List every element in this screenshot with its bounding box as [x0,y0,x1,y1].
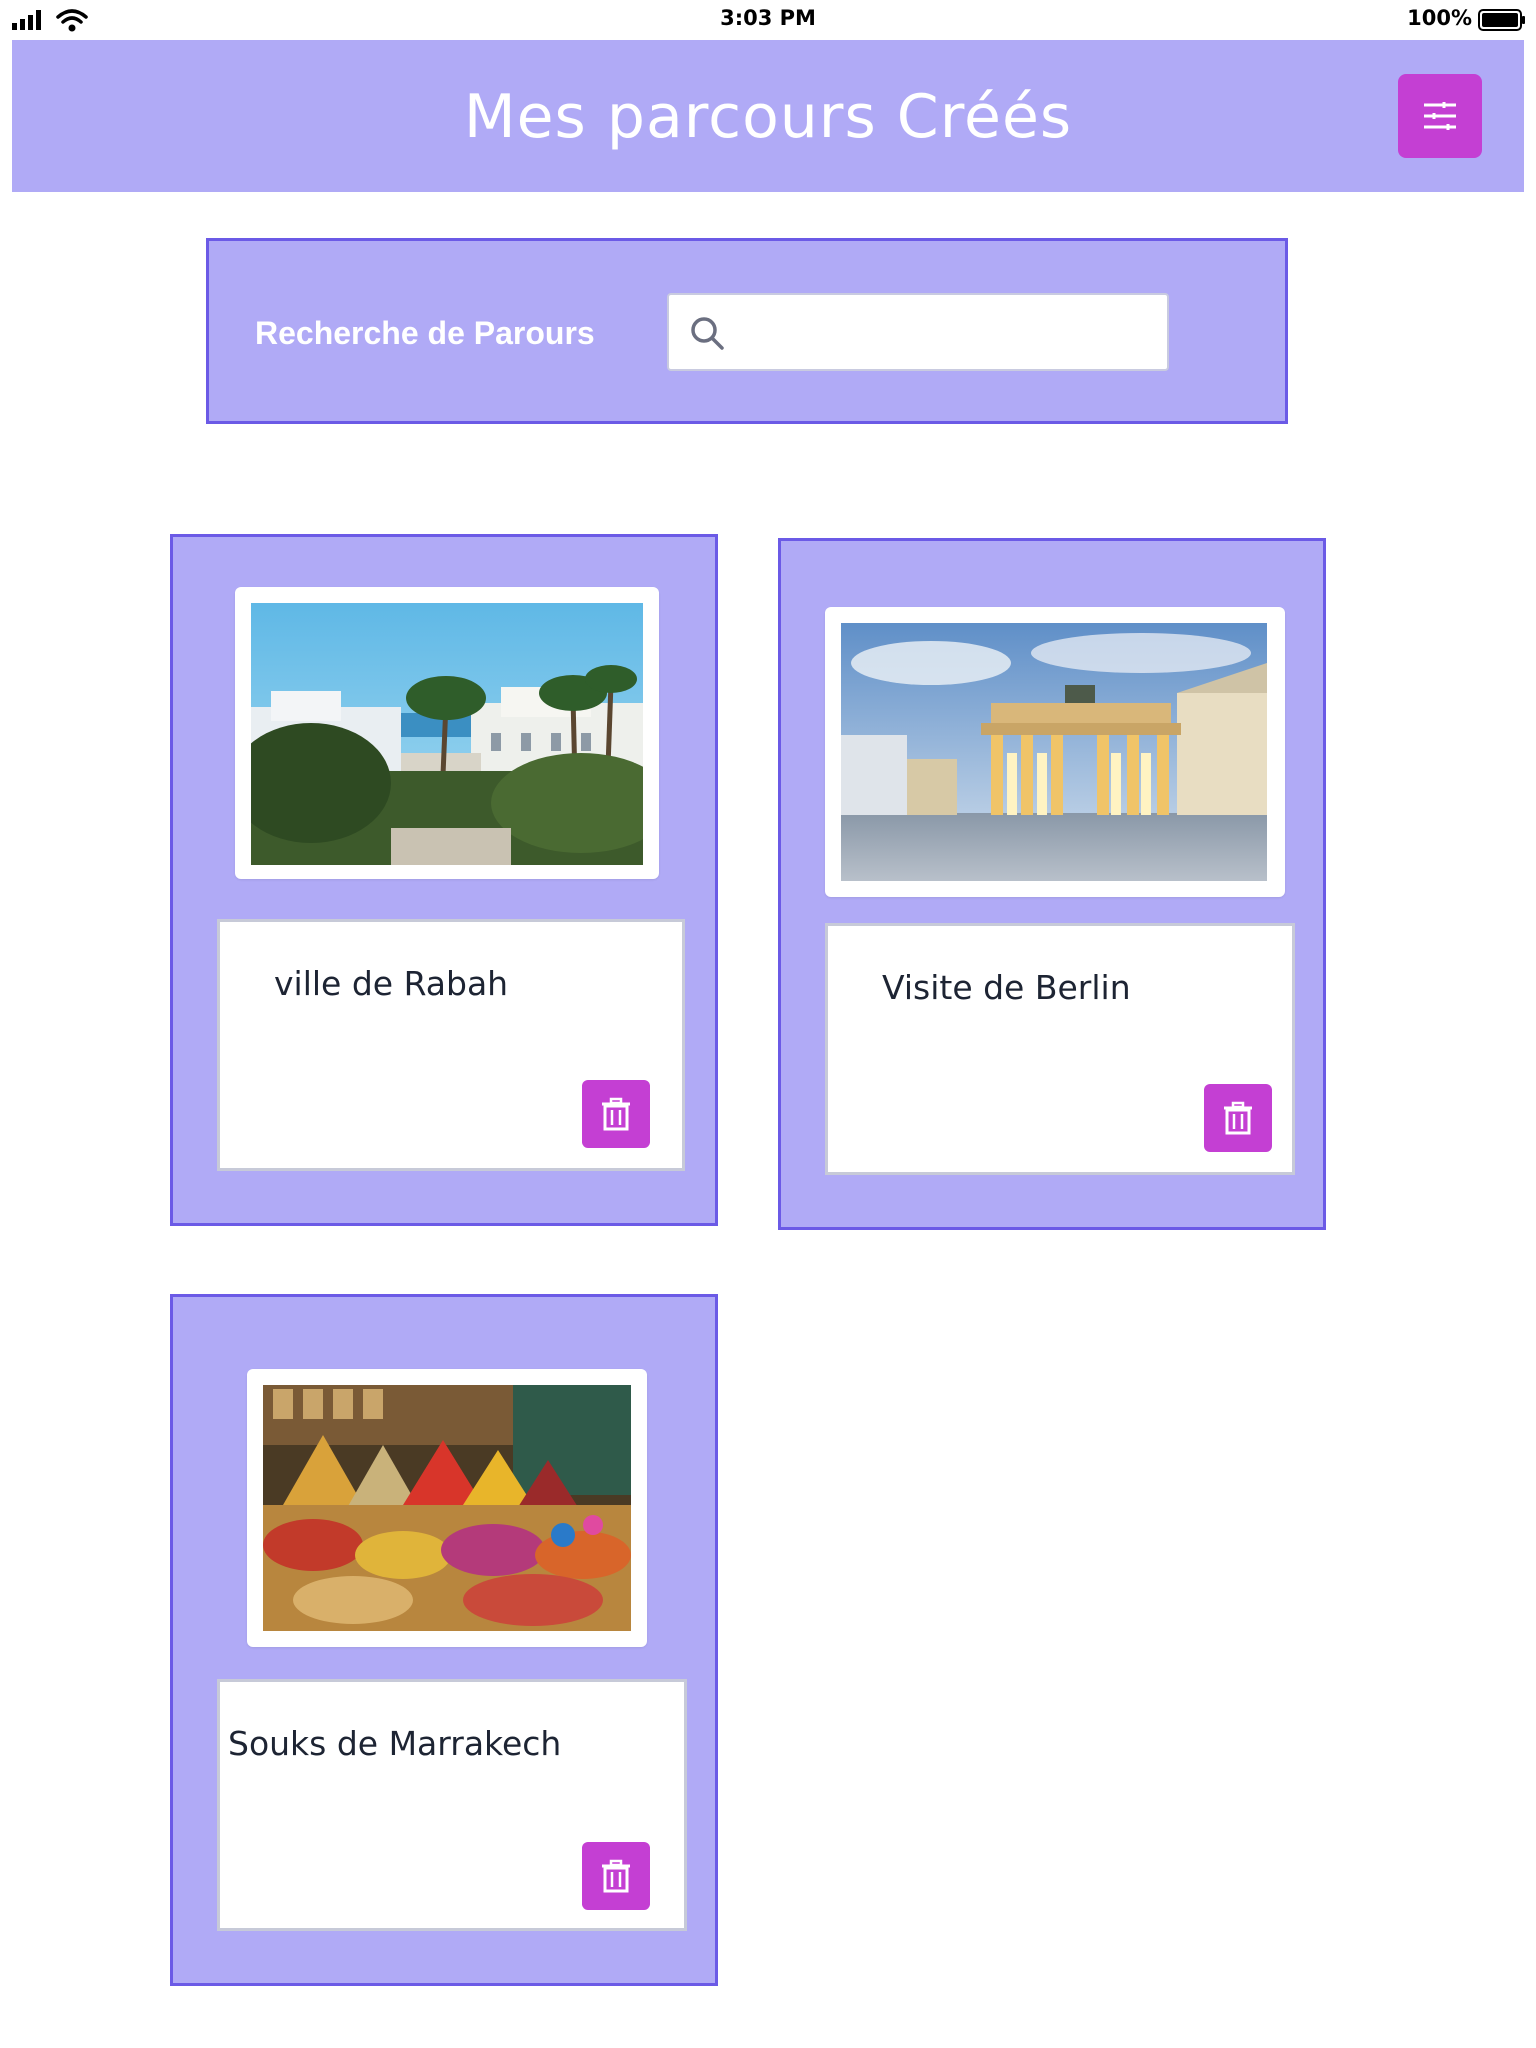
menu-button[interactable] [1398,74,1482,158]
search-label: Recherche de Parours [255,315,595,351]
filter-lines-icon [1424,102,1456,130]
parcours-card[interactable]: Souks de Marrakech [170,1294,718,1986]
search-panel: Recherche de Parours [206,238,1288,424]
app-screen: 3:03 PM 100% Mes parcours Créés Recherch… [0,0,1536,2048]
photo-frame [235,587,659,879]
status-time: 3:03 PM [720,6,816,30]
search-box[interactable] [667,293,1169,371]
card-text-box: Visite de Berlin [825,923,1295,1175]
card-text-box: ville de Rabah [217,919,685,1171]
app-header: Mes parcours Créés [12,40,1524,192]
coastal-city-palms-photo [251,603,643,865]
brandenburg-gate-photo [841,623,1267,881]
delete-button[interactable] [1204,1084,1272,1152]
card-title: Visite de Berlin [882,968,1131,1007]
trash-icon [602,1097,630,1131]
delete-button[interactable] [582,1080,650,1148]
card-title: ville de Rabah [274,964,509,1003]
spice-market-photo [263,1385,631,1631]
parcours-card[interactable]: Visite de Berlin [778,538,1326,1230]
photo-frame [825,607,1285,897]
trash-icon [1224,1101,1252,1135]
card-title: Souks de Marrakech [228,1724,562,1763]
search-input[interactable] [739,303,1155,363]
battery-icon [1478,9,1525,31]
photo-frame [247,1369,647,1647]
card-text-box: Souks de Marrakech [217,1679,687,1931]
battery-percent: 100% [1407,6,1472,30]
delete-button[interactable] [582,1842,650,1910]
parcours-card[interactable]: ville de Rabah [170,534,718,1226]
trash-icon [602,1859,630,1893]
status-bar: 3:03 PM 100% [0,0,1536,40]
search-icon [691,317,724,350]
page-title: Mes parcours Créés [463,82,1073,152]
